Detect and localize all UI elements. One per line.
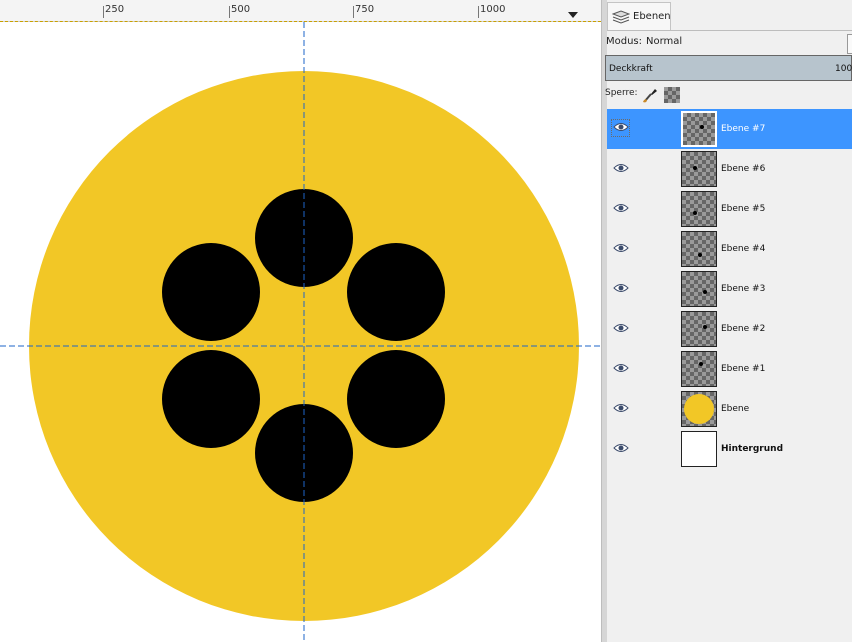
layer-name[interactable]: Ebene #7 [721, 124, 765, 134]
layer-name[interactable]: Ebene #5 [721, 204, 765, 214]
thumbnail-dot [699, 362, 703, 366]
layer-name[interactable]: Ebene [721, 404, 749, 414]
lock-pixels-icon[interactable] [641, 86, 659, 104]
layer-row-ebene[interactable]: Ebene [607, 389, 852, 429]
mode-row[interactable]: Modus: Normal [606, 36, 682, 47]
mode-value[interactable]: Normal [646, 36, 682, 47]
thumbnail-dot [700, 125, 704, 129]
thumbnail-dot [693, 211, 697, 215]
visibility-eye-icon[interactable] [612, 441, 630, 455]
visibility-eye-icon[interactable] [612, 161, 630, 175]
opacity-value: 100, [835, 64, 852, 74]
layer-thumbnail [681, 231, 717, 267]
black-dot-lower-left [162, 350, 260, 448]
visibility-eye-icon[interactable] [612, 361, 630, 375]
layer-row-hintergrund[interactable]: Hintergrund [607, 429, 852, 469]
layer-name[interactable]: Ebene #2 [721, 324, 765, 334]
visibility-eye-icon[interactable] [612, 401, 630, 415]
opacity-label: Deckkraft [609, 64, 653, 74]
thumbnail-dot [693, 166, 697, 170]
layer-thumbnail [681, 431, 717, 467]
black-dot-upper-left [162, 243, 260, 341]
layer-row-ebene-6[interactable]: Ebene #6 [607, 149, 852, 189]
layer-thumbnail [681, 111, 717, 147]
layer-thumbnail [681, 351, 717, 387]
thumbnail-dot [703, 290, 707, 294]
tab-layers[interactable]: Ebenen [607, 2, 671, 30]
visibility-eye-icon[interactable] [612, 321, 630, 335]
image-canvas[interactable]: 250 500 750 1000 [0, 0, 601, 642]
layer-row-ebene-4[interactable]: Ebene #4 [607, 229, 852, 269]
layer-thumbnail [681, 191, 717, 227]
layer-thumbnail [681, 391, 717, 427]
layer-name[interactable]: Ebene #3 [721, 284, 765, 294]
layer-row-ebene-3[interactable]: Ebene #3 [607, 269, 852, 309]
visibility-eye-icon[interactable] [612, 201, 630, 215]
layer-thumbnail [681, 311, 717, 347]
mode-label: Modus: [606, 36, 643, 47]
layer-row-ebene-2[interactable]: Ebene #2 [607, 309, 852, 349]
opacity-slider[interactable]: Deckkraft 100, [605, 55, 852, 81]
artwork [0, 22, 601, 642]
layers-icon [612, 10, 630, 24]
layer-row-ebene-1[interactable]: Ebene #1 [607, 349, 852, 389]
layer-name[interactable]: Ebene #6 [721, 164, 765, 174]
layer-name[interactable]: Ebene #1 [721, 364, 765, 374]
lock-label: Sperre: [605, 88, 638, 98]
lock-alpha-icon[interactable] [664, 87, 680, 103]
dock-tab-bar: Ebenen [607, 0, 852, 31]
visibility-eye-icon[interactable] [611, 119, 630, 137]
layer-name[interactable]: Ebene #4 [721, 244, 765, 254]
layer-row-ebene-7[interactable]: Ebene #7 [607, 109, 852, 149]
thumbnail-dot [698, 253, 702, 257]
visibility-eye-icon[interactable] [612, 241, 630, 255]
layer-thumbnail [681, 151, 717, 187]
mode-dropdown-button[interactable] [847, 34, 852, 54]
layer-thumbnail [681, 271, 717, 307]
thumbnail-dot [703, 325, 707, 329]
tab-layers-label: Ebenen [633, 11, 671, 22]
black-dot-lower-right [347, 350, 445, 448]
black-dot-upper-right [347, 243, 445, 341]
layers-list: Ebene #7 Ebene #6 Ebene #5 Ebene #4 Eben… [607, 109, 852, 469]
layer-name[interactable]: Hintergrund [721, 444, 783, 454]
layer-row-ebene-5[interactable]: Ebene #5 [607, 189, 852, 229]
visibility-eye-icon[interactable] [612, 281, 630, 295]
thumbnail-yellow-circle [684, 394, 714, 424]
